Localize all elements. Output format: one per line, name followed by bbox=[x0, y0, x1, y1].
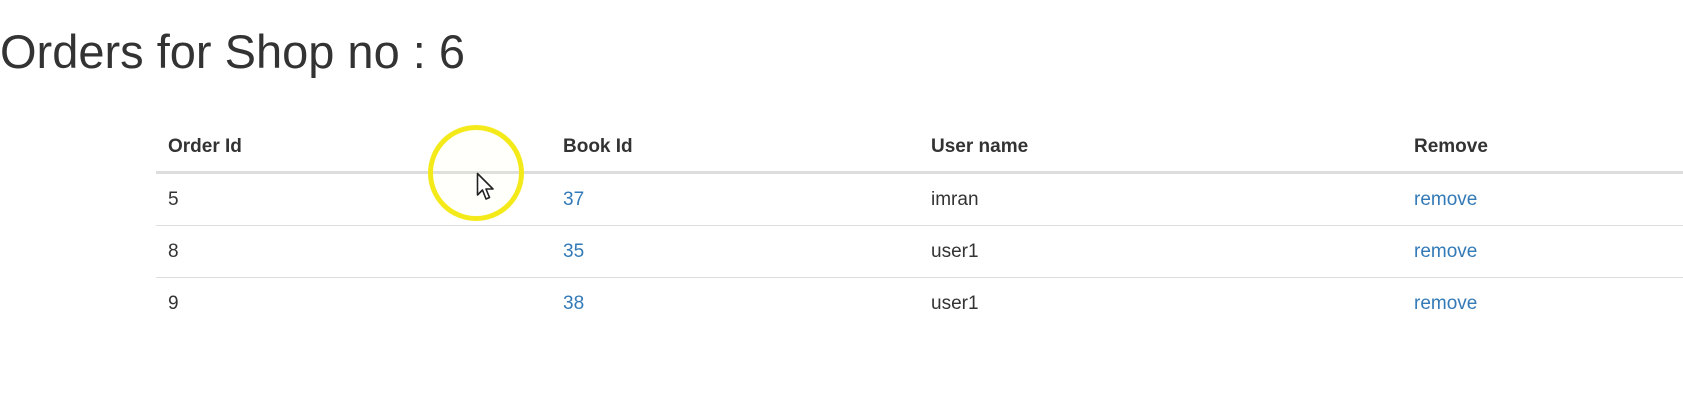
cell-user-name: user1 bbox=[919, 225, 1402, 278]
header-order-id: Order Id bbox=[156, 122, 551, 174]
cell-remove: remove bbox=[1402, 225, 1683, 278]
cell-remove: remove bbox=[1402, 278, 1683, 330]
table-row: 5 37 imran remove bbox=[156, 172, 1683, 226]
table-header-row: Order Id Book Id User name Remove bbox=[156, 122, 1683, 174]
page-title: Orders for Shop no : 6 bbox=[0, 25, 466, 78]
cell-user-name: user1 bbox=[931, 292, 979, 314]
header-book-id: Book Id bbox=[551, 122, 919, 174]
remove-link[interactable]: remove bbox=[1414, 293, 1477, 314]
table-row: 8 35 user1 remove bbox=[156, 225, 1683, 278]
cell-book-id: 37 bbox=[551, 172, 919, 226]
orders-page: Orders for Shop no : 6 Order Id Book Id … bbox=[0, 0, 1683, 410]
cell-order-id: 9 bbox=[168, 292, 179, 314]
cell-user-name: imran bbox=[919, 172, 1402, 226]
cell-order-id: 8 bbox=[156, 225, 551, 278]
remove-link[interactable]: remove bbox=[1414, 189, 1477, 210]
header-remove: Remove bbox=[1402, 122, 1683, 174]
book-id-link[interactable]: 35 bbox=[563, 241, 584, 262]
cell-book-id: 38 bbox=[551, 278, 919, 330]
cell-book-id: 35 bbox=[551, 225, 919, 278]
header-user-name: User name bbox=[919, 122, 1402, 174]
book-id-link[interactable]: 38 bbox=[563, 293, 584, 314]
table-row: 9 38 user1 remove bbox=[156, 278, 1683, 330]
cell-remove: remove bbox=[1402, 172, 1683, 226]
book-id-link[interactable]: 37 bbox=[563, 189, 584, 210]
remove-link[interactable]: remove bbox=[1414, 241, 1477, 262]
orders-table: Order Id Book Id User name Remove 5 37 i… bbox=[156, 122, 1683, 329]
cell-order-id: 5 bbox=[156, 172, 551, 226]
